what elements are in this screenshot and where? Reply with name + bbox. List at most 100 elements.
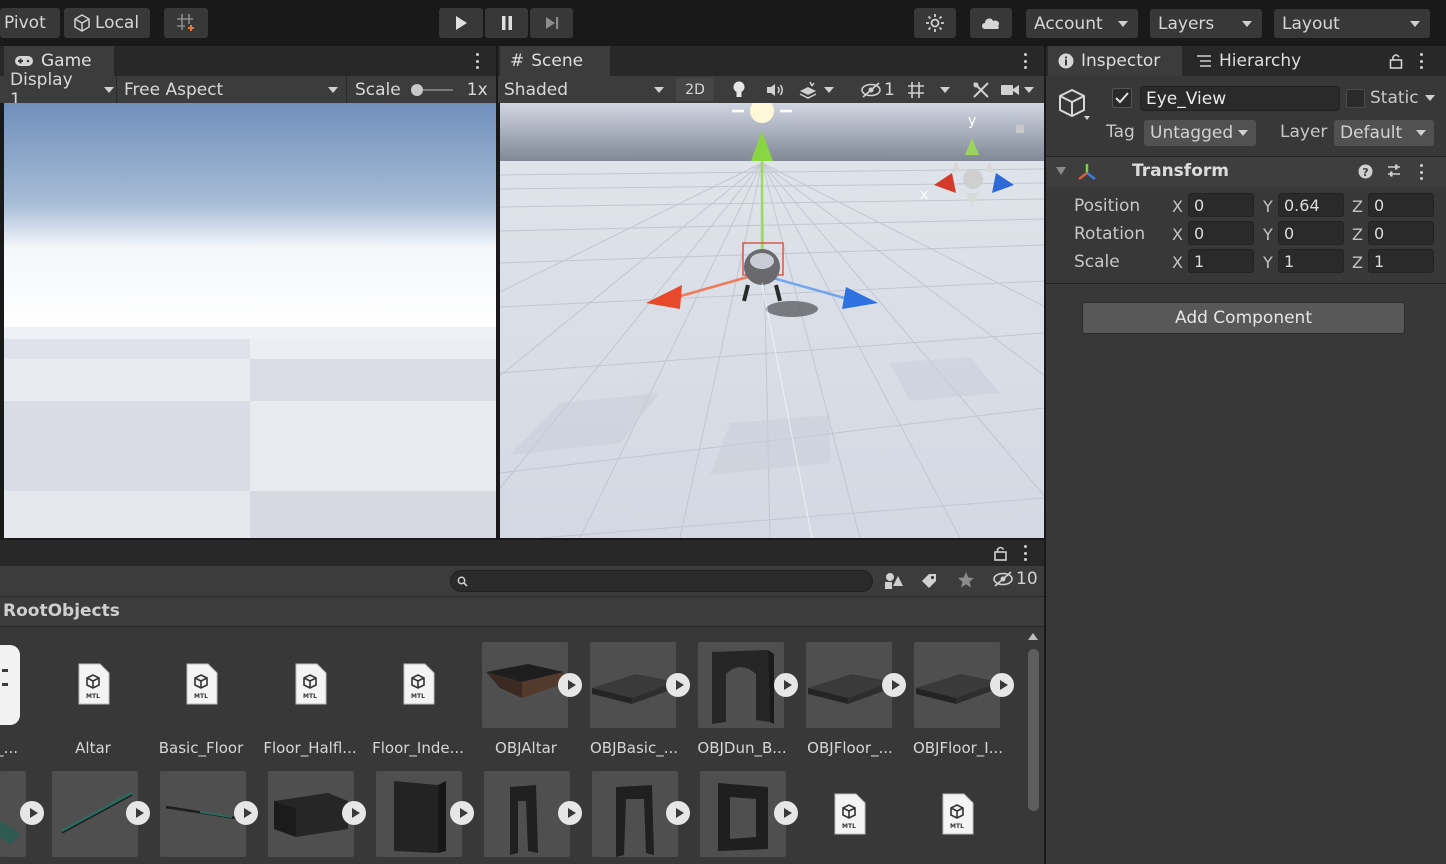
tab-scene[interactable]: # Scene — [500, 46, 610, 76]
step-button[interactable] — [530, 8, 573, 38]
grid-snap-button[interactable] — [164, 8, 208, 38]
asset-label: OBJAltar — [495, 739, 557, 757]
expand-arrow-icon[interactable] — [234, 801, 258, 825]
expand-arrow-icon[interactable] — [342, 801, 366, 825]
help-icon[interactable]: ? — [1358, 164, 1373, 179]
inspector-menu-icon[interactable] — [1419, 53, 1423, 69]
aspect-dropdown[interactable]: Free Aspect — [116, 76, 344, 103]
expand-arrow-icon[interactable] — [882, 673, 906, 697]
static-dropdown[interactable]: Static — [1370, 88, 1435, 108]
lock-icon[interactable] — [1389, 52, 1403, 70]
tag-dropdown[interactable]: Untagged — [1144, 120, 1256, 146]
hidden-packages-toggle[interactable]: 10 — [992, 569, 1038, 589]
layer-dropdown[interactable]: Default — [1334, 120, 1434, 146]
account-dropdown[interactable]: Account — [1026, 9, 1138, 38]
project-menu-icon[interactable] — [1023, 545, 1027, 561]
game-menu-icon[interactable] — [475, 53, 479, 69]
tab-hierarchy[interactable]: Hierarchy — [1186, 46, 1326, 76]
pause-button[interactable] — [485, 8, 528, 38]
effects-dropdown[interactable] — [798, 76, 848, 103]
star-icon[interactable] — [957, 571, 975, 589]
mode-2d-button[interactable]: 2D — [676, 78, 714, 101]
rotation-x-field[interactable]: 0 — [1188, 221, 1254, 245]
game-viewport[interactable] — [4, 103, 496, 538]
cloud-button[interactable] — [970, 8, 1012, 38]
scale-x-field[interactable]: 1 — [1188, 249, 1254, 273]
scroll-up-icon[interactable] — [1028, 633, 1038, 640]
chevron-down-icon — [1410, 20, 1420, 27]
gamepad-icon — [15, 56, 33, 66]
tools-toggle[interactable] — [968, 76, 994, 103]
position-x-field[interactable]: 0 — [1188, 193, 1254, 217]
label-tag-icon[interactable] — [920, 572, 938, 590]
rotation-z-axis: Z — [1352, 225, 1363, 244]
splitter[interactable] — [0, 538, 1044, 540]
breadcrumb-root-objects[interactable]: RootObjects — [3, 601, 120, 621]
scrollbar-thumb[interactable] — [1028, 649, 1039, 811]
hidden-objects-toggle[interactable]: 1 — [860, 76, 900, 103]
scene-menu-icon[interactable] — [1023, 53, 1027, 69]
expand-arrow-icon[interactable] — [450, 801, 474, 825]
position-y-field[interactable]: 0.64 — [1278, 193, 1344, 217]
rotation-z-field[interactable]: 0 — [1368, 221, 1434, 245]
active-checkbox[interactable] — [1112, 88, 1132, 108]
add-component-button[interactable]: Add Component — [1082, 302, 1405, 334]
chevron-down-icon — [328, 86, 338, 93]
display-dropdown[interactable]: Display 1 — [10, 70, 114, 110]
layout-dropdown[interactable]: Layout — [1274, 9, 1430, 38]
foldout-arrow-icon[interactable] — [1056, 167, 1066, 175]
scale-control[interactable]: Scale 1x — [346, 76, 496, 103]
asset-label: OBJBasic_... — [589, 739, 679, 757]
mode-2d-label: 2D — [685, 81, 705, 98]
game-panel: Game Display 1 Free Aspect Scale 1x — [0, 46, 496, 538]
object-name: Eye_View — [1146, 88, 1227, 109]
rotation-y-field[interactable]: 0 — [1278, 221, 1344, 245]
expand-arrow-icon[interactable] — [558, 673, 582, 697]
object-name-field[interactable]: Eye_View — [1140, 86, 1340, 111]
expand-arrow-icon[interactable] — [990, 673, 1014, 697]
audio-toggle[interactable] — [760, 76, 790, 103]
shading-dropdown[interactable]: Shaded — [504, 76, 668, 103]
scale-z-field[interactable]: 1 — [1368, 249, 1434, 273]
expand-arrow-icon[interactable] — [774, 673, 798, 697]
splitter[interactable] — [1044, 46, 1046, 864]
static-checkbox[interactable] — [1346, 89, 1365, 108]
expand-arrow-icon[interactable] — [666, 673, 690, 697]
camera-dropdown[interactable] — [1000, 76, 1044, 103]
scale-slider[interactable] — [410, 83, 453, 97]
services-button[interactable] — [914, 8, 956, 38]
checkmark-icon — [1115, 92, 1129, 104]
asset-label: OBJDun_B... — [697, 739, 787, 757]
rotation-y-axis: Y — [1263, 225, 1273, 244]
expand-arrow-icon[interactable] — [20, 801, 44, 825]
tab-inspector[interactable]: Inspector — [1048, 46, 1182, 76]
gameobject-cube-icon — [1059, 88, 1090, 120]
rotation-x-value: 0 — [1194, 223, 1205, 243]
game-render — [4, 103, 496, 538]
position-z-field[interactable]: 0 — [1368, 193, 1434, 217]
rotation-label: Rotation — [1074, 224, 1146, 244]
eye-slash-icon — [861, 81, 881, 98]
vertical-scrollbar[interactable] — [1022, 627, 1044, 864]
preset-icon[interactable] — [1386, 163, 1402, 179]
transform-header[interactable]: Transform ? — [1046, 157, 1446, 187]
grid-dropdown[interactable] — [906, 76, 962, 103]
expand-arrow-icon[interactable] — [774, 801, 798, 825]
pivot-toggle[interactable]: Pivot — [0, 8, 60, 38]
search-input[interactable] — [450, 570, 873, 592]
filter-type-icon[interactable] — [884, 572, 904, 590]
expand-arrow-icon[interactable] — [126, 801, 150, 825]
scene-viewport[interactable]: y x — [500, 103, 1044, 538]
expand-arrow-icon[interactable] — [666, 801, 690, 825]
component-menu-icon[interactable] — [1419, 164, 1423, 180]
play-button[interactable] — [439, 8, 483, 38]
asset-grid: e_... MTL Altar MTL Basic_Floor MTL Floo… — [0, 627, 1020, 864]
local-toggle[interactable]: Local — [64, 8, 150, 38]
expand-arrow-icon[interactable] — [558, 801, 582, 825]
scale-y-field[interactable]: 1 — [1278, 249, 1344, 273]
layers-dropdown[interactable]: Layers — [1150, 9, 1262, 38]
lighting-toggle[interactable] — [724, 76, 754, 103]
lock-icon[interactable] — [994, 545, 1007, 561]
scene-grid-icon: # — [510, 51, 525, 71]
splitter[interactable] — [496, 46, 498, 538]
